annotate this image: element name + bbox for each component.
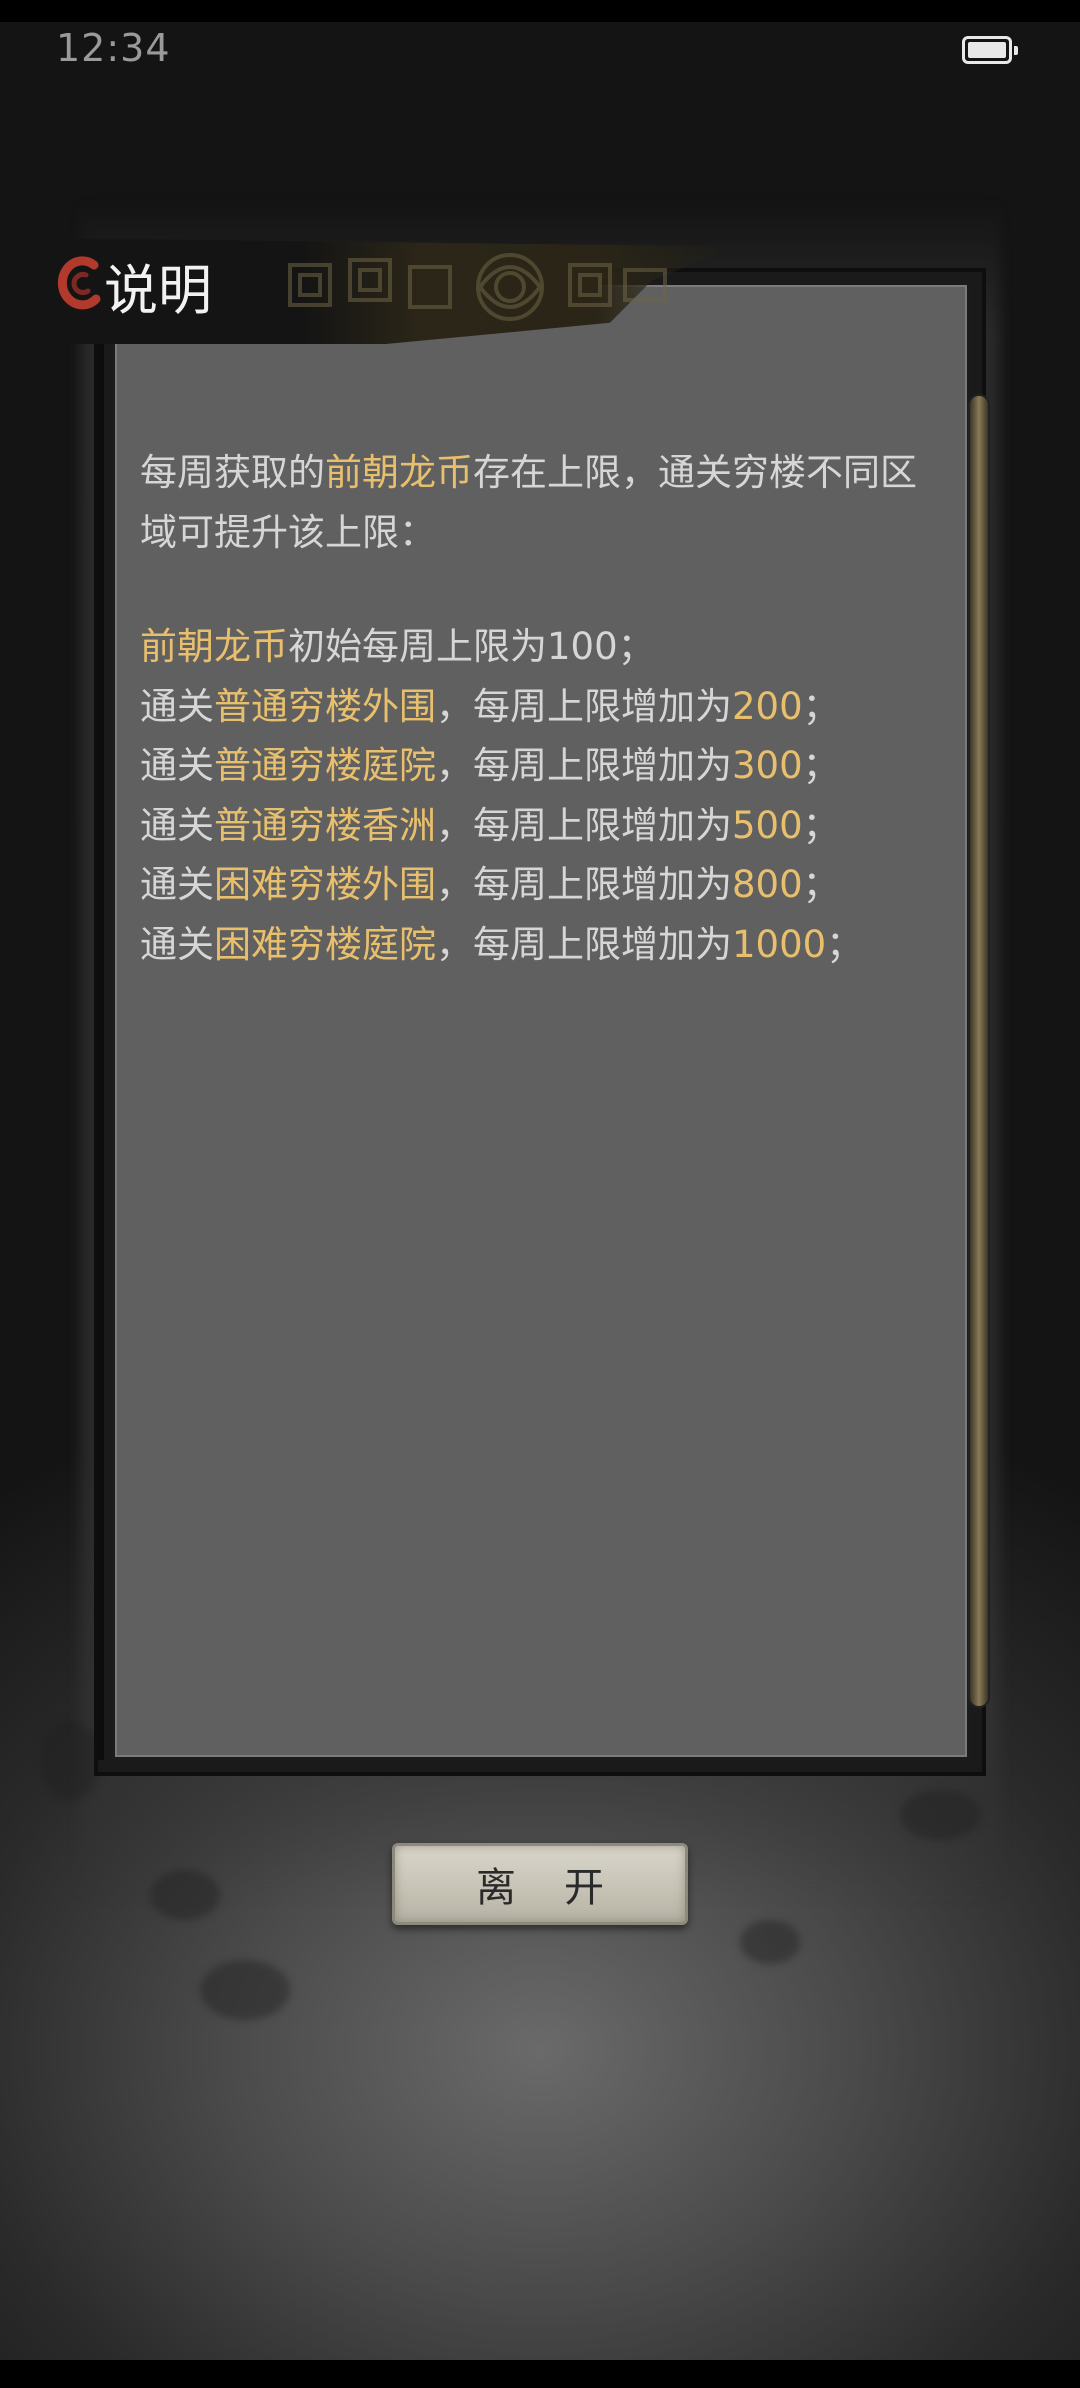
dialog-content: 每周获取的前朝龙币存在上限，通关穷楼不同区域可提升该上限： 前朝龙币初始每周上限… xyxy=(140,443,940,974)
status-time: 12:34 xyxy=(56,26,171,70)
rule-line: 通关普通穷楼外围，每周上限增加为200； xyxy=(140,677,940,737)
rule-suffix: ； xyxy=(802,684,840,728)
ink-blot xyxy=(200,1960,290,2020)
dialog-title: 说明 xyxy=(104,259,212,322)
currency-name: 前朝龙币 xyxy=(140,625,288,668)
rule-middle: ，每周上限增加为 xyxy=(436,922,732,966)
base-limit-text: 初始每周上限为100； xyxy=(288,625,655,668)
bottom-edge xyxy=(0,2360,1080,2388)
ink-blot xyxy=(150,1870,220,1920)
rule-line: 通关普通穷楼庭院，每周上限增加为300； xyxy=(140,736,940,796)
rule-middle: ，每周上限增加为 xyxy=(436,744,732,787)
intro-paragraph: 每周获取的前朝龙币存在上限，通关穷楼不同区域可提升该上限： xyxy=(140,443,940,562)
battery-charging-icon xyxy=(962,36,1018,64)
rule-area: 困难穷楼外围 xyxy=(214,863,436,906)
ink-blot xyxy=(740,1920,800,1964)
currency-name: 前朝龙币 xyxy=(325,451,473,494)
intro-text: 每周获取的 xyxy=(140,451,325,494)
base-limit-line: 前朝龙币初始每周上限为100； xyxy=(140,617,940,677)
dialog-frame-rail xyxy=(98,340,104,1760)
rule-suffix: ； xyxy=(802,744,840,787)
rule-area: 困难穷楼庭院 xyxy=(214,922,436,966)
rule-middle: ，每周上限增加为 xyxy=(436,863,732,906)
rule-value: 500 xyxy=(732,803,803,847)
rule-area: 普通穷楼香洲 xyxy=(214,803,436,847)
scrollbar[interactable] xyxy=(970,396,988,1706)
rule-prefix: 通关 xyxy=(140,863,214,906)
rule-prefix: 通关 xyxy=(140,684,214,728)
rule-middle: ，每周上限增加为 xyxy=(436,684,732,728)
game-screen: 12:34 说明 每周获取的前朝龙币存在上限，通关穷楼不同区域可提升该上限： 前… xyxy=(0,0,1080,2388)
leave-button-label: 离开 xyxy=(476,1865,652,1911)
rule-area: 普通穷楼庭院 xyxy=(214,744,436,787)
leave-button[interactable]: 离开 xyxy=(392,1843,688,1925)
ink-blot xyxy=(900,1790,980,1840)
rule-line: 通关普通穷楼香洲，每周上限增加为500； xyxy=(140,796,940,856)
rule-area: 普通穷楼外围 xyxy=(214,684,436,728)
rule-prefix: 通关 xyxy=(140,744,214,787)
rule-middle: ，每周上限增加为 xyxy=(436,803,732,847)
rule-suffix: ； xyxy=(826,922,864,966)
ink-blot xyxy=(40,1720,100,1800)
top-edge xyxy=(0,0,1080,22)
rule-suffix: ； xyxy=(802,863,840,906)
rule-line: 通关困难穷楼庭院，每周上限增加为1000； xyxy=(140,915,940,975)
rule-prefix: 通关 xyxy=(140,922,214,966)
rule-value: 300 xyxy=(732,744,803,787)
rule-prefix: 通关 xyxy=(140,803,214,847)
rule-value: 200 xyxy=(732,684,803,728)
battery-fill xyxy=(968,42,1006,58)
rule-suffix: ； xyxy=(802,803,840,847)
rule-value: 1000 xyxy=(732,922,827,966)
rule-line: 通关困难穷楼外围，每周上限增加为800； xyxy=(140,855,940,915)
swirl-emblem-icon xyxy=(57,256,101,310)
rule-value: 800 xyxy=(732,863,803,906)
banner-pattern xyxy=(288,253,667,321)
